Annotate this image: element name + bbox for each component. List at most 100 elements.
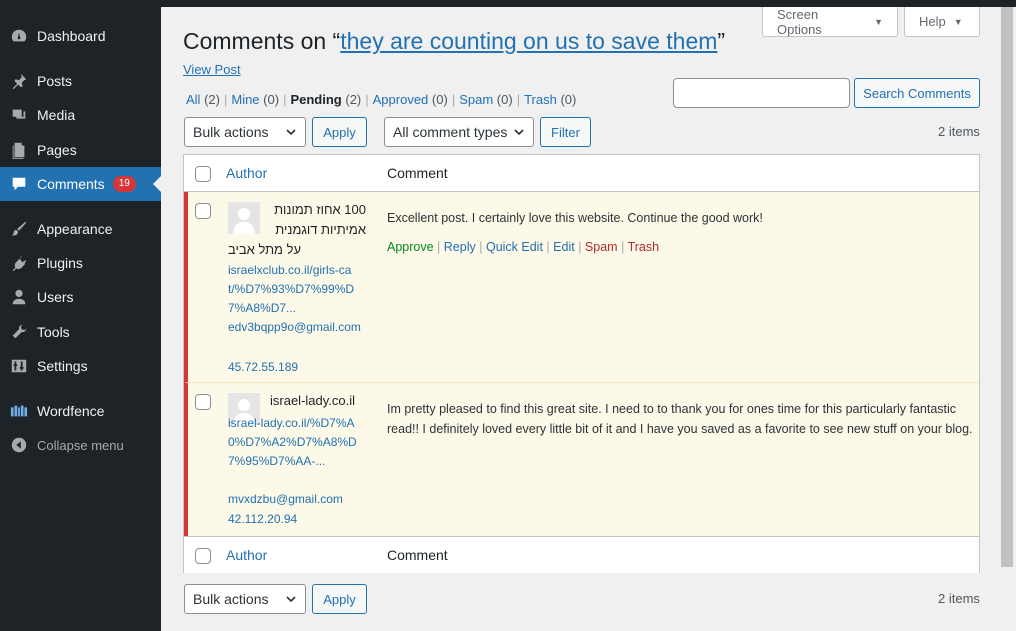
search-comments-button[interactable]: Search Comments xyxy=(854,78,980,108)
author-email-link[interactable]: mvxdzbu@gmail.com xyxy=(228,490,368,509)
sidebar-item-label: Appearance xyxy=(37,221,113,237)
sidebar-item-comments[interactable]: Comments 19 xyxy=(0,167,161,201)
chevron-down-icon xyxy=(514,129,524,136)
comment-bubble-icon xyxy=(9,174,29,194)
spam-link[interactable]: Spam xyxy=(585,240,618,254)
filter-approved-link[interactable]: Approved (0) xyxy=(373,92,448,107)
comment-type-select[interactable]: All comment types xyxy=(384,117,534,147)
chevron-down-icon xyxy=(286,596,296,603)
sidebar-item-posts[interactable]: Posts xyxy=(0,64,161,98)
sidebar-item-label: Settings xyxy=(37,358,88,374)
separator: | xyxy=(365,92,369,107)
pin-icon xyxy=(9,71,29,91)
sidebar-item-label: Collapse menu xyxy=(37,437,124,453)
select-all-checkbox-footer[interactable] xyxy=(195,548,211,564)
pages-icon xyxy=(9,140,29,160)
apply-button-bottom[interactable]: Apply xyxy=(312,584,367,614)
approve-link[interactable]: Approve xyxy=(387,240,434,254)
bulk-actions-select-bottom[interactable]: Bulk actions xyxy=(184,584,306,614)
search-comments-input[interactable] xyxy=(673,78,850,108)
title-prefix: Comments on “ xyxy=(183,28,341,54)
filter-all-link[interactable]: All (2) xyxy=(186,92,220,107)
caret-down-icon: ▼ xyxy=(874,16,883,27)
author-name-line: אמיתיות דוגמנית xyxy=(275,222,366,237)
user-icon xyxy=(9,287,29,307)
separator: | xyxy=(223,92,228,107)
edit-link[interactable]: Edit xyxy=(553,240,575,254)
post-title-link[interactable]: they are counting on us to save them xyxy=(340,28,717,54)
filter-pending-link[interactable]: Pending (2) xyxy=(290,92,361,107)
sidebar-item-label: Posts xyxy=(37,73,73,89)
comment-text: Im pretty pleased to find this great sit… xyxy=(387,402,973,436)
wrench-icon xyxy=(9,322,29,342)
screen-options-label: Screen Options xyxy=(777,6,822,37)
author-name-line: על מתל אביב xyxy=(228,242,302,257)
quick-edit-link[interactable]: Quick Edit xyxy=(486,240,543,254)
sidebar-item-label: Comments xyxy=(37,176,105,192)
author-column-header[interactable]: Author xyxy=(226,165,267,181)
screen-options-button[interactable]: Screen Options ▼ xyxy=(762,7,898,37)
scrollbar-thumb[interactable] xyxy=(1001,7,1013,567)
page-scrollbar[interactable] xyxy=(999,7,1016,631)
sidebar-item-users[interactable]: Users xyxy=(0,280,161,314)
row-checkbox[interactable] xyxy=(195,394,211,410)
status-filter-links: All (2) | Mine (0) | Pending (2) | Approved (0… xyxy=(186,92,576,107)
sidebar-item-settings[interactable]: Settings xyxy=(0,349,161,383)
comments-count-badge: 19 xyxy=(112,176,136,192)
table-row: 100 אחוז תמונות אמיתיות דוגמנית על מתל א… xyxy=(184,192,979,383)
sidebar-item-label: Dashboard xyxy=(37,28,106,44)
author-ip-link[interactable]: 45.72.55.189 xyxy=(228,360,298,374)
sidebar-item-label: Tools xyxy=(37,324,70,340)
sidebar-item-tools[interactable]: Tools xyxy=(0,315,161,349)
apply-button-top[interactable]: Apply xyxy=(312,117,367,147)
caret-down-icon: ▼ xyxy=(953,16,963,27)
select-all-checkbox[interactable] xyxy=(195,166,211,182)
comment-type-value: All comment types xyxy=(393,124,508,140)
sidebar-item-label: Users xyxy=(37,289,74,305)
author-url-link[interactable]: israelxclub.co.il/girls-cat/%D7%93%D7%99… xyxy=(228,261,368,318)
bulk-actions-select-top[interactable]: Bulk actions xyxy=(184,117,306,147)
author-email-link[interactable]: edv3bqpp9o@gmail.com xyxy=(228,318,368,337)
row-checkbox[interactable] xyxy=(195,203,211,219)
comment-text: Excellent post. I certainly love this we… xyxy=(387,211,763,225)
title-suffix: ” xyxy=(717,28,726,54)
separator: | xyxy=(283,92,287,107)
collapse-icon xyxy=(9,435,29,455)
items-count-top: 2 items xyxy=(938,124,980,139)
sidebar-item-label: Pages xyxy=(37,142,77,158)
separator: | xyxy=(451,92,456,107)
items-count-bottom: 2 items xyxy=(938,591,980,606)
chevron-down-icon xyxy=(286,129,296,136)
sidebar-item-wordfence[interactable]: Wordfence xyxy=(0,394,161,428)
row-actions: Approve | Reply | Quick Edit | Edit | Sp… xyxy=(387,240,660,254)
admin-sidebar: Dashboard Posts Media Pages Comments 19 … xyxy=(0,0,161,631)
media-icon xyxy=(9,105,29,125)
reply-link[interactable]: Reply xyxy=(444,240,476,254)
author-ip-link[interactable]: 42.112.20.94 xyxy=(228,512,297,526)
help-label: Help xyxy=(919,14,946,29)
wordfence-icon xyxy=(9,401,29,421)
view-post-link[interactable]: View Post xyxy=(183,62,241,77)
bulk-actions-value: Bulk actions xyxy=(193,591,269,607)
trash-link[interactable]: Trash xyxy=(628,240,660,254)
collapse-menu-button[interactable]: Collapse menu xyxy=(0,428,161,462)
sidebar-item-media[interactable]: Media xyxy=(0,98,161,132)
author-column-footer[interactable]: Author xyxy=(226,547,267,563)
table-row: israel-lady.co.il israel-lady.co.il/%D7%… xyxy=(184,383,979,536)
plug-icon xyxy=(9,253,29,273)
sidebar-item-plugins[interactable]: Plugins xyxy=(0,246,161,280)
separator: | xyxy=(516,92,521,107)
sidebar-item-appearance[interactable]: Appearance xyxy=(0,212,161,246)
filter-spam-link[interactable]: Spam (0) xyxy=(459,92,512,107)
sliders-icon xyxy=(9,356,29,376)
filter-button[interactable]: Filter xyxy=(540,117,591,147)
filter-trash-link[interactable]: Trash (0) xyxy=(524,92,576,107)
author-url-link[interactable]: israel-lady.co.il/%D7%A0%D7%A2%D7%A8%D7%… xyxy=(228,414,368,471)
sidebar-item-pages[interactable]: Pages xyxy=(0,133,161,167)
author-name-line: 100 אחוז תמונות xyxy=(274,202,366,217)
help-button[interactable]: Help ▼ xyxy=(904,7,980,37)
sidebar-item-dashboard[interactable]: Dashboard xyxy=(0,19,161,53)
filter-mine-link[interactable]: Mine (0) xyxy=(231,92,279,107)
table-footer: Author Comment xyxy=(184,536,979,573)
comment-column-header: Comment xyxy=(387,165,448,181)
